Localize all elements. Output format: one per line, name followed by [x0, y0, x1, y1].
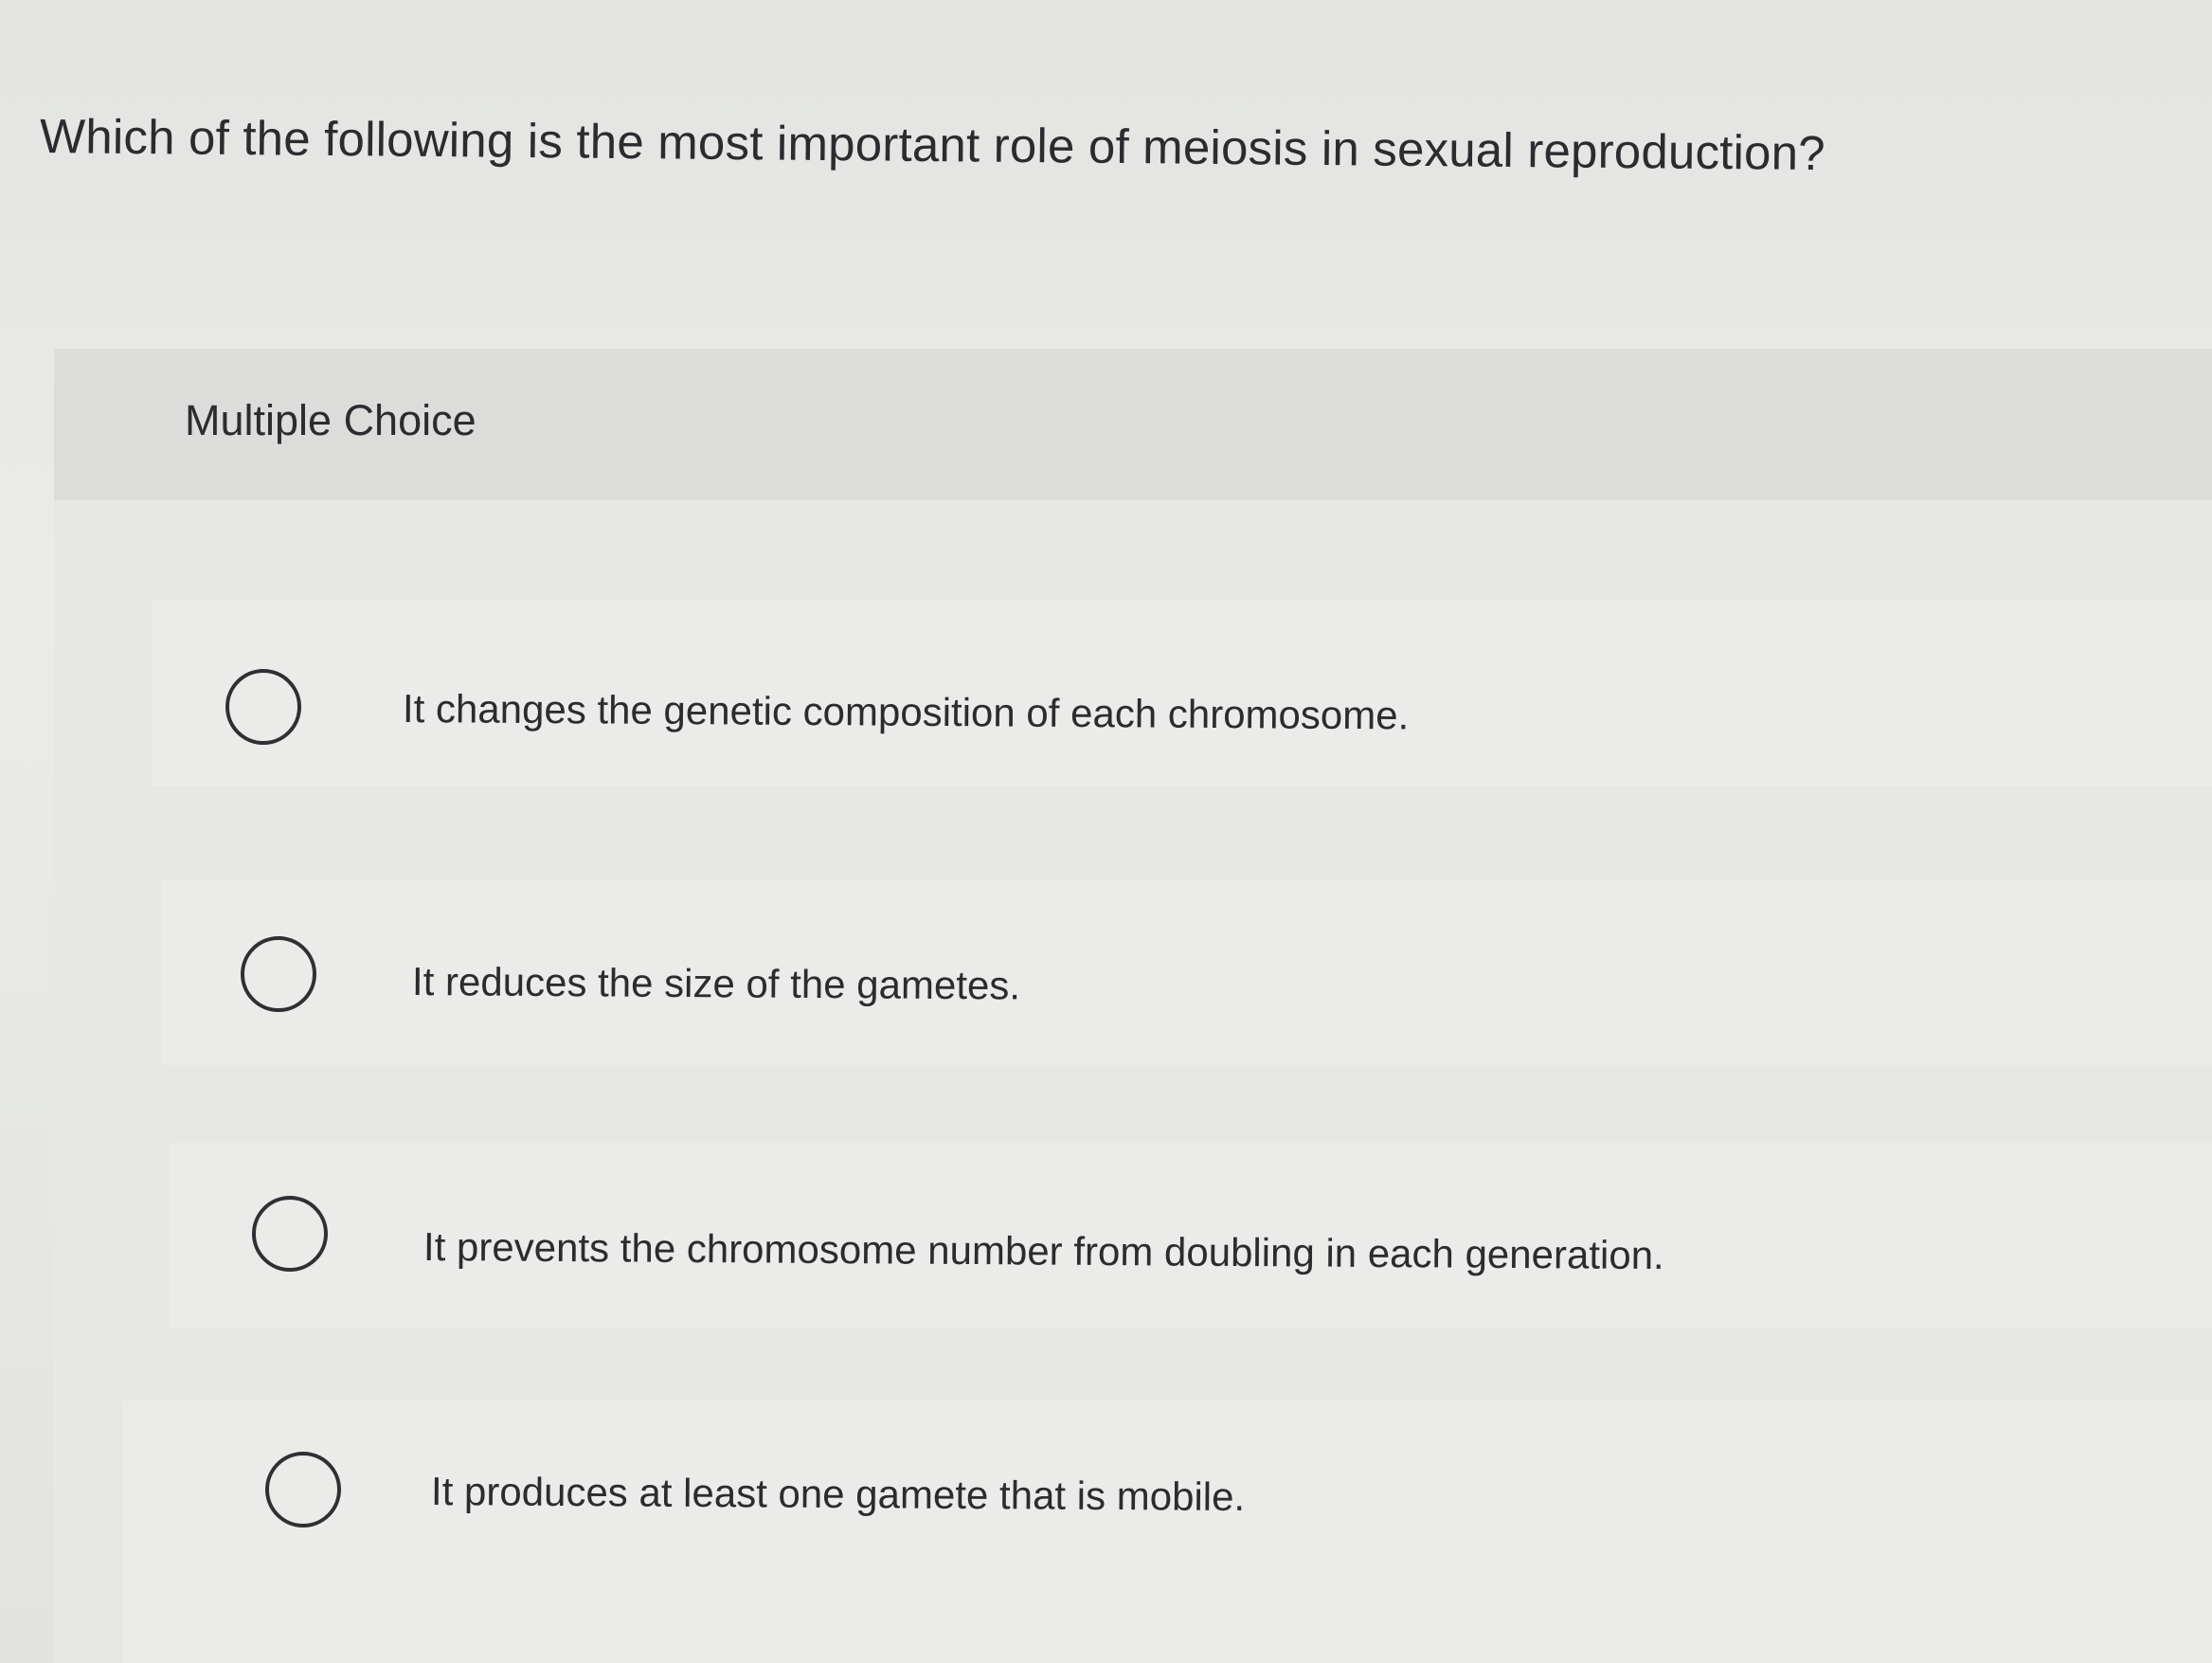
- radio-button-4[interactable]: [265, 1452, 341, 1527]
- choice-option-4[interactable]: [123, 1401, 2212, 1663]
- radio-button-1[interactable]: [225, 669, 301, 745]
- radio-button-3[interactable]: [252, 1196, 328, 1272]
- choice-text-2[interactable]: It reduces the size of the gametes.: [412, 957, 1020, 1010]
- multiple-choice-label: Multiple Choice: [185, 396, 477, 444]
- radio-button-2[interactable]: [241, 936, 316, 1012]
- choice-text-4[interactable]: It produces at least one gamete that is …: [431, 1467, 1245, 1522]
- choice-text-3[interactable]: It prevents the chromosome number from d…: [423, 1222, 1664, 1280]
- choice-text-1[interactable]: It changes the genetic composition of ea…: [403, 684, 1410, 740]
- quiz-page: Which of the following is the most impor…: [0, 0, 2212, 1663]
- question-text: Which of the following is the most impor…: [39, 109, 1826, 181]
